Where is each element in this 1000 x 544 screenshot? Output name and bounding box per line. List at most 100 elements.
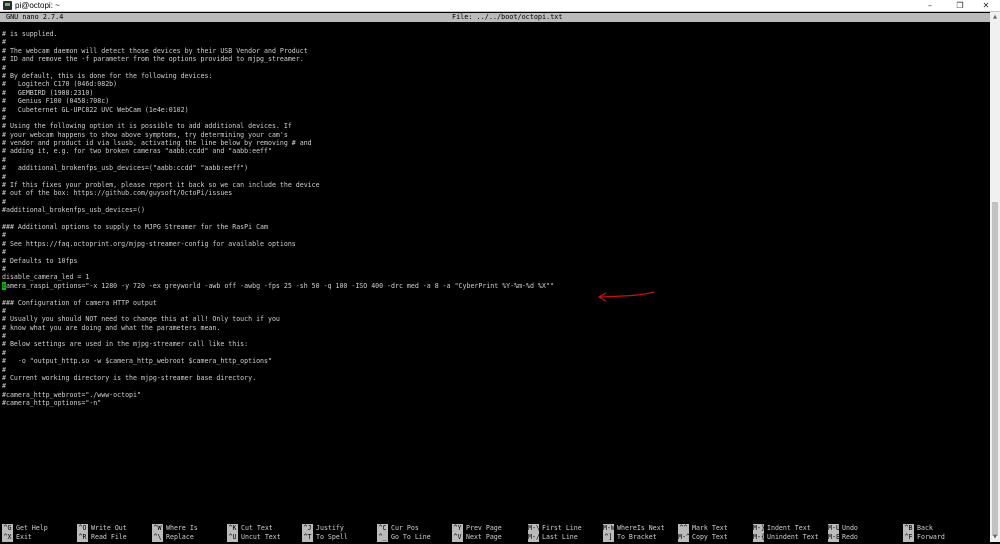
editor-line[interactable]: # additional_brokenfps_usb_devices=("aab…: [2, 164, 987, 172]
editor-line[interactable]: # adding it, e.g. for two broken cameras…: [2, 147, 987, 155]
shortcut-key: M-W: [603, 524, 615, 533]
editor-line[interactable]: # vendor and product id via lsusb, activ…: [2, 139, 987, 147]
editor-line[interactable]: #: [2, 173, 987, 181]
editor-line[interactable]: # -o "output_http.so -w $camera_http_web…: [2, 357, 987, 365]
shortcut-label: To Spell: [316, 533, 348, 541]
editor-line[interactable]: # is supplied.: [2, 30, 987, 38]
editor-line[interactable]: #camera_http_options="-n": [2, 399, 987, 407]
shortcut-item: ^G Get Help: [2, 524, 48, 533]
shortcut-key: ^R: [77, 533, 88, 542]
editor-line[interactable]: #: [2, 265, 987, 273]
shortcut-label: Redo: [842, 533, 858, 541]
shortcut-label: Exit: [16, 533, 32, 541]
editor-line[interactable]: #: [2, 114, 987, 122]
shortcut-key: ^Y: [452, 524, 463, 533]
shortcut-item: ^K Cut Text: [227, 524, 273, 533]
shortcut-item: M-{Unindent Text: [753, 533, 819, 542]
editor-line[interactable]: #: [2, 231, 987, 239]
shortcut-label: Back: [917, 524, 933, 532]
scroll-down-icon[interactable]: ▼: [990, 532, 1000, 542]
shortcut-key: ^^: [678, 524, 689, 533]
shortcut-item: ^R Read File: [77, 533, 127, 542]
editor-line[interactable]: #: [2, 156, 987, 164]
editor-line[interactable]: #: [2, 198, 987, 206]
editor-line[interactable]: [2, 290, 987, 298]
editor-line[interactable]: # your webcam happens to show above symp…: [2, 131, 987, 139]
shortcut-item: M-E Redo: [828, 533, 858, 542]
shortcut-key: ^O: [77, 524, 88, 533]
editor-line[interactable]: #: [2, 349, 987, 357]
shortcut-item: ^_ Go To Line: [377, 533, 431, 542]
editor-line[interactable]: # know what you are doing and what the p…: [2, 324, 987, 332]
editor-line[interactable]: ### Additional options to supply to MJPG…: [2, 223, 987, 231]
shortcut-key: ^F: [903, 533, 914, 542]
editor-line[interactable]: # GEMBIRD (1908:2310): [2, 89, 987, 97]
editor-line[interactable]: ### Configuration of camera HTTP output: [2, 299, 987, 307]
shortcut-label: Cut Text: [241, 524, 273, 532]
shortcut-item: M-^ Copy Text: [678, 533, 728, 542]
editor-line[interactable]: #: [2, 366, 987, 374]
editor-line[interactable]: # out of the box: https://github.com/guy…: [2, 189, 987, 197]
editor-line[interactable]: # Below settings are used in the mjpg-st…: [2, 340, 987, 348]
shortcut-key: M-{: [753, 533, 765, 542]
editor-line[interactable]: #camera_http_webroot="./www-octopi": [2, 391, 987, 399]
shortcut-item: ^B Back: [903, 524, 933, 533]
editor-line[interactable]: # The webcam daemon will detect those de…: [2, 47, 987, 55]
editor-line[interactable]: #: [2, 248, 987, 256]
shortcut-key: ^C: [377, 524, 388, 533]
scroll-up-icon[interactable]: ▲: [990, 12, 1000, 22]
shortcut-label: Go To Line: [391, 533, 431, 541]
vertical-scrollbar[interactable]: ▲ ▼: [990, 12, 1000, 542]
editor-line[interactable]: # By default, this is done for the follo…: [2, 72, 987, 80]
shortcut-item: ^O Write Out: [77, 524, 127, 533]
editor-line[interactable]: # Current working directory is the mjpg-…: [2, 374, 987, 382]
editor-line[interactable]: [2, 215, 987, 223]
shortcut-item: M-\ First Line: [528, 524, 582, 533]
shortcut-key: ^W: [152, 524, 163, 533]
editor-line[interactable]: camera_raspi_options="-x 1280 -y 720 -ex…: [2, 281, 987, 290]
editor-line[interactable]: # See https://faq.octoprint.org/mjpg-str…: [2, 240, 987, 248]
shortcut-item: ^\ Replace: [152, 533, 194, 542]
shortcut-key: ^K: [227, 524, 238, 533]
editor-line[interactable]: #: [2, 307, 987, 315]
maximize-button[interactable]: ❐: [946, 0, 974, 11]
shortcut-key: ^X: [2, 533, 13, 542]
minimize-button[interactable]: –: [916, 0, 944, 11]
editor-buffer[interactable]: # is supplied. # # The webcam daemon will …: [2, 30, 987, 408]
close-button[interactable]: ✕: [972, 0, 1000, 11]
terminal-area[interactable]: GNU nano 2.7.4 File: ../../boot/octopi.t…: [0, 12, 990, 542]
shortcut-item: ^U Uncut Text: [227, 533, 281, 542]
editor-line[interactable]: # Cubeternet GL-UPC822 UVC WebCam (1e4e:…: [2, 106, 987, 114]
shortcut-label: Where Is: [166, 524, 198, 532]
editor-line[interactable]: #: [2, 332, 987, 340]
scrollbar-thumb[interactable]: [992, 202, 998, 536]
shortcut-key: M-^: [678, 533, 690, 542]
shortcut-key: M-U: [828, 524, 840, 533]
shortcut-key: ^U: [227, 533, 238, 542]
shortcut-label: Justify: [316, 524, 344, 532]
terminal-window: pi@octopi: ~ – ❐ ✕ GNU nano 2.7.4 File: …: [0, 0, 1000, 542]
shortcut-item: M-W WhereIs Next: [603, 524, 665, 533]
shortcut-key: ^T: [302, 533, 313, 542]
editor-line[interactable]: #: [2, 382, 987, 390]
editor-line[interactable]: # Usually you should NOT need to change …: [2, 315, 987, 323]
editor-line[interactable]: disable_camera_led = 1: [2, 273, 987, 281]
shortcut-item: ^C Cur Pos: [377, 524, 419, 533]
editor-line[interactable]: # If this fixes your problem, please rep…: [2, 181, 987, 189]
editor-line[interactable]: # Logitech C170 (046d:082b): [2, 80, 987, 88]
shortcut-label: Prev Page: [466, 524, 502, 532]
shortcut-label: Unindent Text: [767, 533, 819, 541]
shortcut-label: Cur Pos: [391, 524, 419, 532]
editor-line[interactable]: #: [2, 64, 987, 72]
shortcut-label: Next Page: [466, 533, 502, 541]
editor-line[interactable]: #additional_brokenfps_usb_devices=(): [2, 206, 987, 214]
editor-line[interactable]: # Using the following option it is possi…: [2, 122, 987, 130]
shortcut-key: ^\: [152, 533, 163, 542]
editor-line[interactable]: #: [2, 38, 987, 46]
shortcut-label: Write Out: [91, 524, 127, 532]
window-titlebar[interactable]: pi@octopi: ~ – ❐ ✕: [0, 0, 1000, 12]
shortcut-key: ^V: [452, 533, 463, 542]
editor-line[interactable]: # Defaults to 10fps: [2, 257, 987, 265]
editor-line[interactable]: # Genius F100 (0458:708c): [2, 97, 987, 105]
editor-line[interactable]: # ID and remove the -f parameter from th…: [2, 55, 987, 63]
